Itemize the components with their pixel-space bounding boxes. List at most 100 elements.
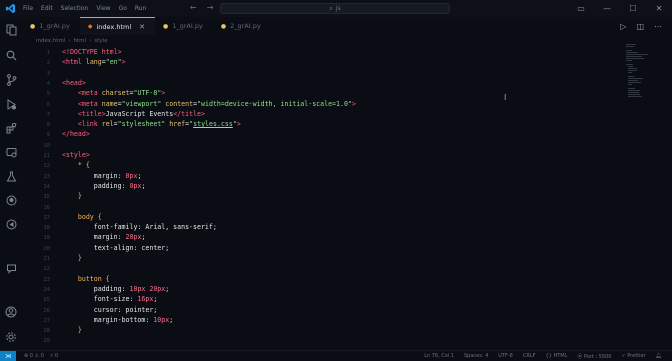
code-line[interactable]: 17 body {	[22, 212, 622, 222]
code-text: font-family: Arial, sans-serif;	[93, 223, 217, 232]
code-text: margin: 20px;	[93, 233, 146, 242]
code-line[interactable]: 2 <html lang="en">	[22, 57, 622, 67]
explorer-icon[interactable]	[4, 23, 18, 37]
chat-icon[interactable]	[4, 261, 18, 275]
menu-bar: File Edit Selection View Go Run	[23, 5, 154, 12]
menu-edit[interactable]: Edit	[41, 5, 53, 12]
code-line[interactable]: 29	[22, 335, 622, 345]
code-text: <meta name="viewport" content="width=dev…	[77, 99, 356, 108]
notifications-bell-icon[interactable]: 🔔︎	[656, 353, 662, 359]
code-editor[interactable]: 1 <!DOCTYPE html> 2 <html lang="en"> 3 4 <head…	[22, 46, 672, 350]
run-play-icon[interactable]: ▷	[620, 22, 626, 31]
more-actions-icon[interactable]: ⋯	[654, 22, 662, 31]
indentation[interactable]: Spaces: 4	[464, 353, 488, 359]
language-mode[interactable]: {} HTML	[546, 353, 568, 359]
tab-label: 1_grAI.py	[172, 22, 203, 30]
settings-gear-icon[interactable]	[4, 330, 18, 344]
menu-view[interactable]: View	[96, 5, 110, 12]
code-line[interactable]: 15 }	[22, 191, 622, 201]
encoding[interactable]: UTF-8	[498, 353, 513, 359]
code-line[interactable]: 21 }	[22, 253, 622, 263]
ports-count[interactable]: ⚡ 0	[50, 353, 58, 359]
back-arrow-icon[interactable]: ←	[190, 3, 197, 12]
code-line[interactable]: 8 <link rel="stylesheet" href="styles.cs…	[22, 119, 622, 129]
code-line[interactable]: 16	[22, 202, 622, 212]
code-line[interactable]: 6 <meta name="viewport" content="width=d…	[22, 99, 622, 109]
tab-1-grai-py[interactable]: ● 1_grAI.py	[22, 17, 80, 35]
menu-file[interactable]: File	[23, 5, 33, 12]
code-line[interactable]: 7 <title>JavaScript Events</title>	[22, 109, 622, 119]
search-icon[interactable]	[4, 48, 18, 62]
breadcrumb-item[interactable]: html	[74, 38, 87, 44]
minimize-button[interactable]: —	[594, 0, 620, 17]
code-line[interactable]: 19 margin: 20px;	[22, 232, 622, 242]
code-text: <link rel="stylesheet" href="styles.css"…	[77, 120, 241, 129]
code-line[interactable]: 11 <style>	[22, 150, 622, 160]
minimap-line	[626, 50, 632, 51]
minimap[interactable]	[624, 44, 664, 104]
account-icon[interactable]	[4, 305, 18, 319]
tab-index-html[interactable]: ◆ index.html ✕	[79, 17, 155, 35]
code-line[interactable]: 23 button {	[22, 274, 622, 284]
close-tab-icon[interactable]: ✕	[139, 23, 145, 31]
problems-count[interactable]: ⊗ 0 ⚠ 0	[24, 353, 44, 359]
extensions-icon[interactable]	[4, 121, 18, 135]
code-line[interactable]: 22	[22, 263, 622, 273]
code-line[interactable]: 18 font-family: Arial, sans-serif;	[22, 222, 622, 232]
code-line[interactable]: 1 <!DOCTYPE html>	[22, 47, 622, 57]
code-line[interactable]: 28 }	[22, 325, 622, 335]
code-line[interactable]: 10	[22, 140, 622, 150]
tab-1-grai-py-2[interactable]: ● 1_grAI.py	[155, 17, 213, 35]
code-line[interactable]: 4 <head>	[22, 78, 622, 88]
window-controls: ▭ — ☐ ✕	[568, 0, 672, 17]
source-control-icon[interactable]	[4, 73, 18, 87]
code-line[interactable]: 5 <meta charset="UTF-8">	[22, 88, 622, 98]
breadcrumb-item[interactable]: index.html	[36, 38, 65, 44]
live-share-icon[interactable]	[4, 217, 18, 231]
code-line[interactable]: 27 margin-bottom: 10px;	[22, 315, 622, 325]
code-line[interactable]: 14 padding: 0px;	[22, 181, 622, 191]
maximize-button[interactable]: ☐	[620, 0, 646, 17]
code-line[interactable]: 24 padding: 10px 20px;	[22, 284, 622, 294]
code-line[interactable]: 20 text-align: center;	[22, 243, 622, 253]
remote-explorer-icon[interactable]	[4, 145, 18, 159]
code-text: body {	[77, 212, 102, 221]
close-window-button[interactable]: ✕	[646, 0, 672, 17]
end-of-line[interactable]: CRLF	[523, 353, 536, 359]
github-icon[interactable]	[4, 193, 18, 207]
python-file-icon: ●	[220, 22, 227, 30]
tab-2-grai-py[interactable]: ● 2_grAI.py	[213, 17, 271, 35]
code-text: padding: 10px 20px;	[93, 284, 170, 293]
run-debug-icon[interactable]	[4, 97, 18, 111]
command-center-search[interactable]: ⌕ js	[220, 3, 450, 14]
editor-tabs: ● 1_grAI.py ◆ index.html ✕ ● 1_grAI.py ●…	[22, 17, 672, 35]
menu-go[interactable]: Go	[119, 5, 127, 12]
testing-flask-icon[interactable]	[4, 169, 18, 183]
live-server-port[interactable]: ⦿ Port : 5500	[577, 353, 611, 360]
breadcrumb-item[interactable]: style	[94, 38, 107, 44]
prettier-status[interactable]: ✓ Prettier	[621, 353, 645, 359]
minimap-line	[628, 92, 639, 93]
code-line[interactable]: 13 margin: 0px;	[22, 171, 622, 181]
search-icon: ⌕	[329, 4, 333, 12]
code-text: text-align: center;	[93, 243, 170, 252]
minimap-line	[626, 54, 648, 55]
split-editor-icon[interactable]: ◫	[636, 22, 644, 31]
code-text: <html lang="en">	[62, 58, 126, 67]
python-file-icon: ●	[30, 22, 36, 30]
code-text: <!DOCTYPE html>	[62, 48, 122, 56]
forward-arrow-icon[interactable]: →	[207, 3, 214, 12]
code-line[interactable]: 26 cursor: pointer;	[22, 305, 622, 315]
code-text: <style>	[62, 151, 90, 159]
chevron-right-icon: ›	[68, 38, 71, 44]
editor-actions: ▷ ◫ ⋯	[620, 22, 662, 31]
menu-selection[interactable]: Selection	[61, 5, 89, 12]
minimap-line	[628, 78, 643, 79]
code-line[interactable]: 12 * {	[22, 160, 622, 170]
layout-icon[interactable]: ▭	[568, 0, 594, 17]
code-line[interactable]: 3	[22, 68, 622, 78]
code-line[interactable]: 9 </head>	[22, 129, 622, 139]
code-line[interactable]: 25 font-size: 16px;	[22, 294, 622, 304]
cursor-position[interactable]: Ln 76, Col 1	[424, 353, 454, 359]
menu-run[interactable]: Run	[135, 5, 147, 12]
